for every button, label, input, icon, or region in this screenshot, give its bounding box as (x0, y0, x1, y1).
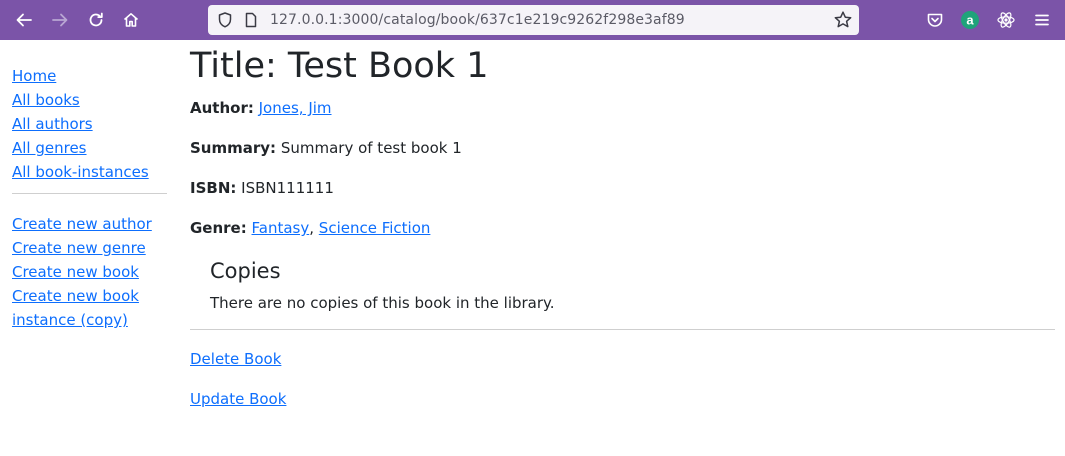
pocket-icon[interactable] (919, 4, 951, 36)
delete-book-link[interactable]: Delete Book (190, 348, 1056, 370)
sidebar-nav: Home All books All authors All genres Al… (12, 64, 167, 332)
url-text[interactable]: 127.0.0.1:3000/catalog/book/637c1e219c92… (270, 11, 685, 29)
sidebar-link-all-books[interactable]: All books (12, 88, 167, 112)
url-bar[interactable]: 127.0.0.1:3000/catalog/book/637c1e219c92… (208, 5, 859, 35)
sidebar-link-all-book-instances[interactable]: All book-instances (12, 160, 167, 184)
sidebar-link-create-book-instance-cont[interactable]: instance (copy) (12, 308, 167, 332)
author-field: Author: Jones, Jim (190, 96, 1056, 120)
forward-arrow-icon[interactable] (44, 4, 76, 36)
home-icon[interactable] (115, 4, 147, 36)
isbn-value: ISBN111111 (241, 179, 334, 197)
summary-value: Summary of test book 1 (280, 139, 462, 157)
genre-label: Genre: (190, 219, 247, 237)
sidebar-link-create-book[interactable]: Create new book (12, 260, 167, 284)
sidebar-link-all-genres[interactable]: All genres (12, 136, 167, 160)
sidebar-link-all-authors[interactable]: All authors (12, 112, 167, 136)
browser-toolbar: 127.0.0.1:3000/catalog/book/637c1e219c92… (0, 0, 1065, 40)
menu-icon[interactable] (1026, 4, 1058, 36)
page-title: Title: Test Book 1 (190, 46, 489, 86)
update-book-link[interactable]: Update Book (190, 388, 1056, 410)
reload-icon[interactable] (80, 4, 112, 36)
author-label: Author: (190, 99, 254, 117)
genre-link-science-fiction[interactable]: Science Fiction (319, 219, 431, 237)
back-arrow-icon[interactable] (8, 4, 40, 36)
extension-letter: a (966, 13, 974, 28)
genre-separator: , (309, 219, 315, 237)
sidebar-link-create-author[interactable]: Create new author (12, 212, 167, 236)
isbn-field: ISBN: ISBN111111 (190, 176, 1056, 200)
sidebar-link-create-book-instance[interactable]: Create new book (12, 284, 167, 308)
extension-avatar-icon[interactable]: a (954, 4, 986, 36)
genre-field: Genre: Fantasy, Science Fiction (190, 216, 1056, 240)
copies-heading: Copies (210, 259, 281, 283)
book-detail: Title: Test Book 1 Author: Jones, Jim Su… (190, 40, 1056, 428)
content-divider (190, 329, 1055, 330)
author-link[interactable]: Jones, Jim (259, 99, 332, 117)
sidebar-link-create-genre[interactable]: Create new genre (12, 236, 167, 260)
sidebar-link-home[interactable]: Home (12, 64, 167, 88)
copies-section: Copies There are no copies of this book … (210, 256, 1056, 314)
copies-empty-message: There are no copies of this book in the … (210, 294, 555, 312)
summary-field: Summary: Summary of test book 1 (190, 136, 1056, 160)
genre-link-fantasy[interactable]: Fantasy (252, 219, 310, 237)
isbn-label: ISBN: (190, 179, 237, 197)
shield-icon[interactable] (216, 11, 234, 33)
bookmark-star-icon[interactable] (833, 10, 853, 34)
summary-label: Summary: (190, 139, 277, 157)
sidebar-divider (12, 193, 167, 194)
page-icon[interactable] (242, 11, 260, 33)
react-devtools-icon[interactable] (990, 4, 1022, 36)
